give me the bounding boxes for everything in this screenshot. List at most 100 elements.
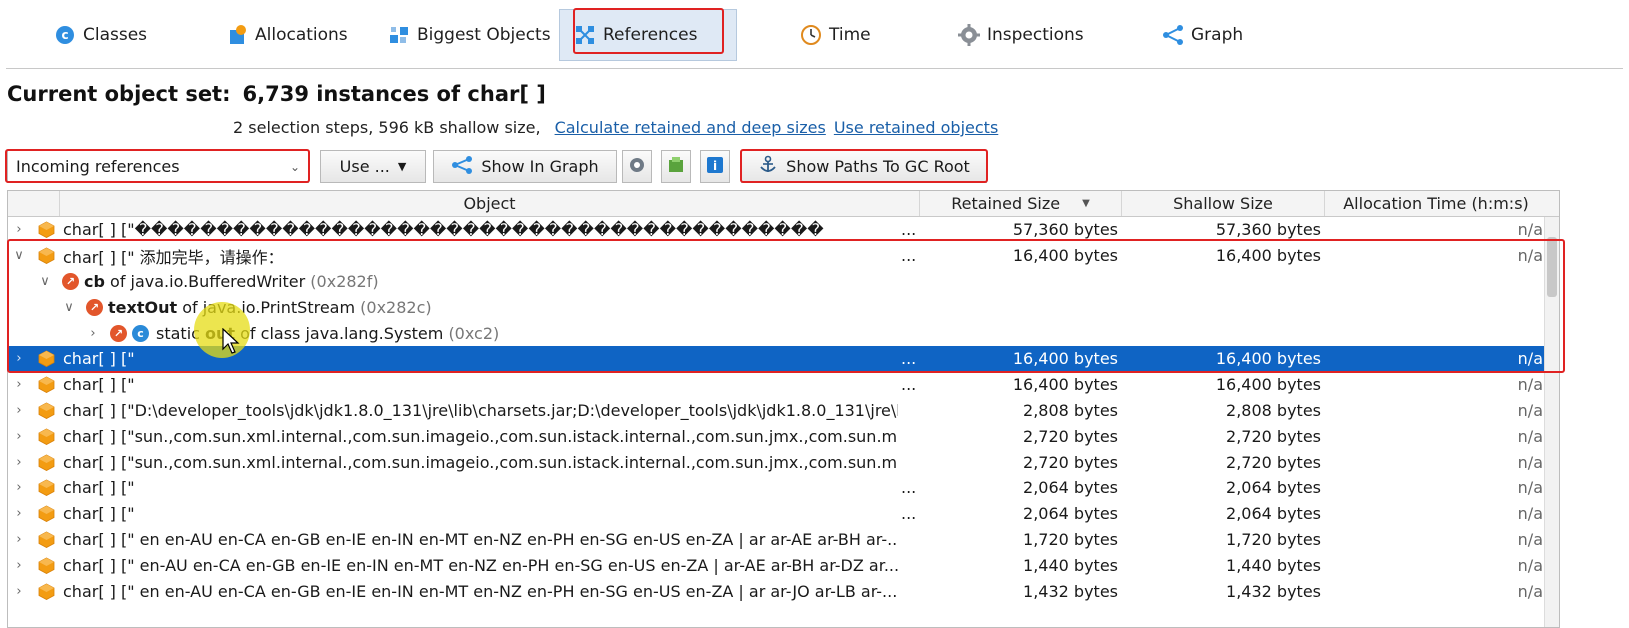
page-title: Current object set: 6,739 instances of ch…	[7, 82, 546, 106]
show-paths-gc-root-button[interactable]: Show Paths To GC Root	[741, 150, 987, 183]
table-row[interactable]: › char[ ] [" en-AU en-CA en-GB en-IE en-I…	[8, 552, 1559, 578]
truncation-ellipsis: ...	[901, 478, 917, 498]
expand-chevron-icon[interactable]: ›	[12, 222, 26, 237]
column-header-retained-size[interactable]: Retained Size ▼	[920, 191, 1122, 216]
tab-classes[interactable]: c Classes	[40, 9, 161, 61]
expand-chevron-icon[interactable]: ›	[86, 326, 100, 341]
truncation-ellipsis: ...	[901, 349, 917, 369]
reference-icon: ↗	[110, 324, 127, 342]
tab-inspections[interactable]: Inspections	[944, 9, 1098, 61]
table-row[interactable]: › char[ ] ["... 2,064 bytes 2,064 bytes n/a	[8, 501, 1559, 527]
object-text: char[ ] ["sun.,com.sun.xml.internal.,com…	[63, 452, 898, 472]
object-text: char[ ] [" en-AU en-CA en-GB en-IE en-IN…	[63, 555, 898, 575]
expand-chevron-icon[interactable]: ›	[12, 506, 26, 521]
export-icon	[666, 155, 686, 179]
collapse-chevron-icon[interactable]: ∨	[38, 274, 52, 289]
tab-time[interactable]: Time	[786, 9, 885, 61]
column-header-object[interactable]: Object	[60, 191, 920, 216]
show-in-graph-button[interactable]: Show In Graph	[433, 150, 617, 183]
allocation-time-cell: n/a	[1517, 452, 1543, 472]
object-cube-icon	[38, 247, 55, 265]
settings-button[interactable]	[622, 150, 652, 183]
column-header-shallow-size[interactable]: Shallow Size	[1122, 191, 1325, 216]
tab-divider	[6, 68, 1623, 69]
info-button[interactable]: i	[700, 150, 730, 183]
use-button-label: Use ...	[339, 157, 390, 176]
object-id: (0x282c)	[360, 297, 432, 317]
object-text: char[ ] [" 添加完毕，请操作：	[63, 247, 284, 267]
reference-type-select[interactable]: Incoming references ⌄	[7, 150, 309, 183]
object-cube-icon	[38, 505, 55, 523]
allocation-time-cell: n/a	[1517, 220, 1543, 240]
tab-biggest-objects[interactable]: Biggest Objects	[374, 9, 565, 61]
table-row[interactable]: › char[ ] ["sun.,com.sun.xml.internal.,co…	[8, 449, 1559, 475]
selection-steps-text: 2 selection steps, 596 kB shallow size,	[233, 118, 541, 137]
allocations-icon	[226, 24, 248, 46]
tab-references[interactable]: References	[559, 9, 737, 61]
allocation-time-cell: n/a	[1517, 375, 1543, 395]
truncation-ellipsis: ...	[901, 375, 917, 395]
reference-text: textOut of java.io.PrintStream (0x282c)	[108, 298, 432, 317]
allocation-time-cell: n/a	[1517, 349, 1543, 369]
gear-icon	[958, 24, 980, 46]
reference-owner: of java.io.BufferedWriter	[104, 271, 311, 291]
reference-type-value: Incoming references	[16, 157, 180, 176]
tab-allocations[interactable]: Allocations	[212, 9, 362, 61]
object-id: (0x282f)	[310, 271, 379, 291]
clock-icon	[800, 24, 822, 46]
current-set-value: 6,739 instances of char[ ]	[242, 82, 546, 106]
table-row[interactable]: › char[ ] ["... 2,064 bytes 2,064 bytes n/a	[8, 475, 1559, 501]
table-row[interactable]: › char[ ] ["sun.,com.sun.xml.internal.,co…	[8, 423, 1559, 449]
expand-chevron-icon[interactable]: ›	[12, 558, 26, 573]
tab-label: Time	[829, 25, 871, 45]
reference-field-name: textOut	[108, 297, 178, 317]
biggest-objects-icon	[388, 24, 410, 46]
allocation-time-cell: n/a	[1517, 504, 1543, 524]
table-row[interactable]: › char[ ] [" en en-AU en-CA en-GB en-IE e…	[8, 527, 1559, 553]
tab-label: References	[603, 25, 698, 45]
reference-icon: ↗	[62, 272, 79, 290]
table-header: Object Retained Size ▼ Shallow Size Allo…	[8, 191, 1559, 217]
reference-text: cb of java.io.BufferedWriter (0x282f)	[84, 272, 379, 291]
calculate-sizes-link[interactable]: Calculate retained and deep sizes	[555, 118, 826, 137]
expand-chevron-icon[interactable]: ›	[12, 455, 26, 470]
table-row[interactable]: ∨ char[ ] [" 添加完毕，请操作：... 16,400 bytes 16,4…	[8, 243, 1559, 269]
retained-size-cell: 16,400 bytes	[1012, 246, 1118, 266]
references-table: Object Retained Size ▼ Shallow Size Allo…	[7, 190, 1560, 628]
table-row[interactable]: ∨ ↗ cb of java.io.BufferedWriter (0x282f)	[8, 269, 1559, 295]
allocation-time-cell: n/a	[1517, 555, 1543, 575]
shallow-size-cell: 1,440 bytes	[1226, 555, 1321, 575]
scrollbar-thumb[interactable]	[1547, 237, 1557, 297]
expand-chevron-icon[interactable]: ›	[12, 532, 26, 547]
retained-size-cell: 2,064 bytes	[1023, 478, 1118, 498]
dropdown-arrow-icon: ▼	[397, 160, 407, 173]
object-cube-icon	[38, 583, 55, 600]
table-row[interactable]: › char[ ] ["... 16,400 bytes 16,400 bytes n/…	[8, 372, 1559, 398]
retained-size-cell: 2,808 bytes	[1023, 400, 1118, 420]
collapse-chevron-icon[interactable]: ∨	[62, 300, 76, 315]
use-button[interactable]: Use ... ▼	[320, 150, 426, 183]
show-paths-gc-root-label: Show Paths To GC Root	[786, 157, 970, 176]
expand-chevron-icon[interactable]: ›	[12, 377, 26, 392]
object-text: char[ ] ["������������������������������…	[63, 220, 824, 240]
vertical-scrollbar[interactable]	[1544, 217, 1559, 627]
tab-graph[interactable]: Graph	[1148, 9, 1257, 61]
collapse-chevron-icon[interactable]: ∨	[12, 248, 26, 263]
export-button[interactable]	[661, 150, 691, 183]
column-header-allocation-time[interactable]: Allocation Time (h:m:s)	[1325, 191, 1547, 216]
expand-chevron-icon[interactable]: ›	[12, 403, 26, 418]
expand-chevron-icon[interactable]: ›	[12, 584, 26, 599]
reference-field-name: cb	[84, 271, 105, 291]
allocation-time-cell: n/a	[1517, 478, 1543, 498]
svg-text:i: i	[713, 159, 717, 173]
table-row[interactable]: › char[ ] ["�����������������������������…	[8, 217, 1559, 243]
expand-chevron-icon[interactable]: ›	[12, 351, 26, 366]
table-row[interactable]: › char[ ] [" en en-AU en-CA en-GB en-IE e…	[8, 578, 1559, 604]
use-retained-link[interactable]: Use retained objects	[834, 118, 998, 137]
expand-chevron-icon[interactable]: ›	[12, 480, 26, 495]
shallow-size-cell: 57,360 bytes	[1215, 220, 1321, 240]
expand-chevron-icon[interactable]: ›	[12, 429, 26, 444]
retained-size-cell: 16,400 bytes	[1012, 375, 1118, 395]
allocation-time-cell: n/a	[1517, 426, 1543, 446]
table-row[interactable]: › char[ ] ["D:\developer_tools\jdk\jdk1.8…	[8, 398, 1559, 424]
